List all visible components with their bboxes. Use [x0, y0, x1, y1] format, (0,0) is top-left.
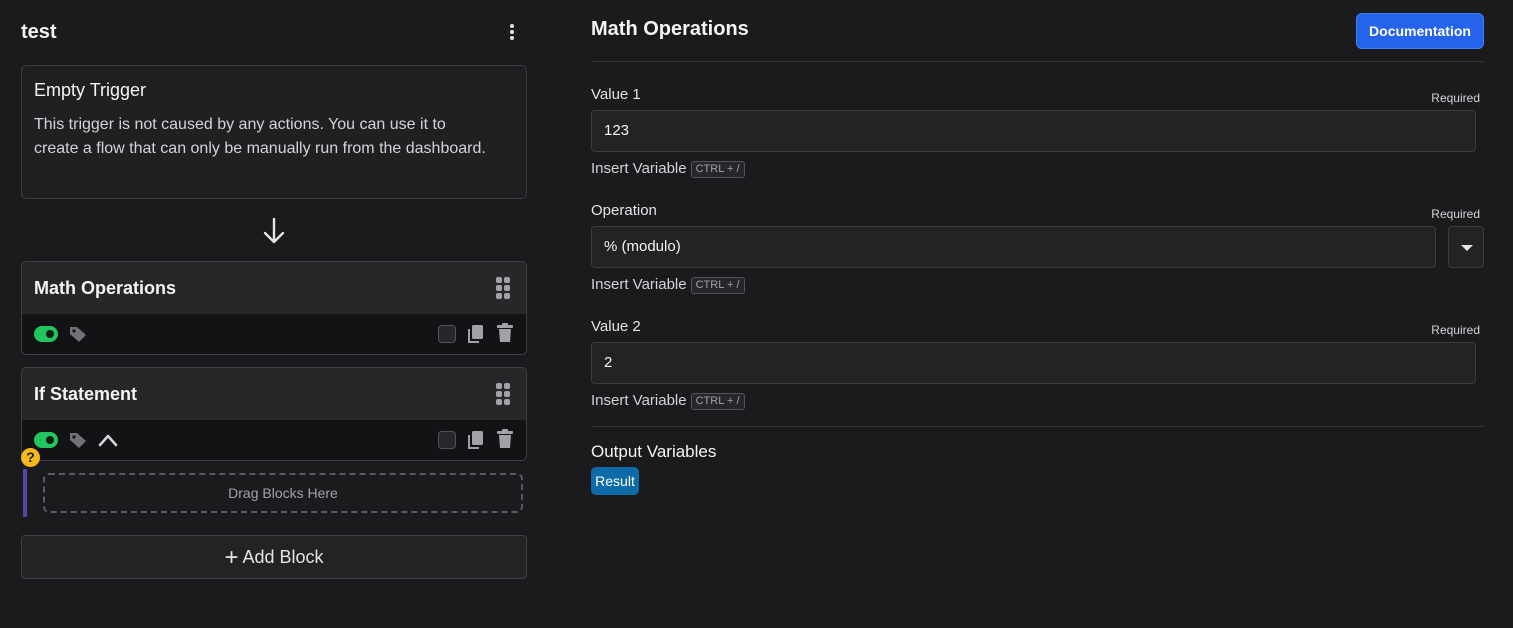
trigger-card[interactable]: Empty Trigger This trigger is not caused… [21, 65, 527, 199]
documentation-button[interactable]: Documentation [1356, 13, 1484, 49]
block-header[interactable]: Math Operations [22, 262, 526, 314]
plus-icon: + [224, 544, 239, 571]
copy-icon[interactable] [467, 324, 485, 344]
block-if-statement[interactable]: If Statement [21, 367, 527, 461]
divider [591, 61, 1484, 62]
trash-icon[interactable] [496, 429, 514, 449]
kebab-menu-icon[interactable] [505, 22, 519, 44]
enable-toggle[interactable] [34, 432, 58, 448]
shortcut-badge: CTRL + / [690, 277, 745, 294]
value1-label: Value 1 [591, 86, 641, 103]
tag-icon[interactable] [68, 325, 88, 343]
select-checkbox[interactable] [438, 431, 456, 449]
copy-icon[interactable] [467, 430, 485, 450]
value2-label: Value 2 [591, 318, 641, 335]
operation-label: Operation [591, 202, 657, 219]
drag-grip-icon[interactable] [496, 383, 510, 405]
operation-select[interactable]: % (modulo) [591, 226, 1436, 268]
insert-variable-link[interactable]: Insert Variable CTRL + / [591, 160, 745, 178]
add-block-label: Add Block [242, 547, 324, 567]
shortcut-badge: CTRL + / [690, 161, 745, 178]
branch-line [23, 469, 27, 517]
block-toolbar [22, 420, 526, 460]
insert-variable-label: Insert Variable [591, 392, 687, 409]
flow-title: test [21, 21, 57, 43]
block-toolbar [22, 314, 526, 354]
drag-grip-icon[interactable] [496, 277, 510, 299]
block-name: Math Operations [34, 278, 177, 298]
output-variable-chip[interactable]: Result [591, 467, 639, 495]
drop-zone[interactable]: Drag Blocks Here [43, 473, 523, 513]
value1-input[interactable]: 123 [591, 110, 1476, 152]
arrow-down-icon [263, 217, 285, 244]
block-settings-panel: Math Operations Documentation Value 1 Re… [591, 0, 1484, 628]
insert-variable-link[interactable]: Insert Variable CTRL + / [591, 276, 745, 294]
insert-variable-label: Insert Variable [591, 276, 687, 293]
insert-variable-label: Insert Variable [591, 160, 687, 177]
block-header[interactable]: If Statement [22, 368, 526, 420]
block-math-operations[interactable]: Math Operations [21, 261, 527, 355]
required-label: Required [1431, 91, 1480, 105]
trash-icon[interactable] [496, 323, 514, 343]
tag-icon[interactable] [68, 431, 88, 449]
required-label: Required [1431, 323, 1480, 337]
panel-title: Math Operations [591, 18, 749, 40]
required-label: Required [1431, 207, 1480, 221]
value2-input[interactable]: 2 [591, 342, 1476, 384]
insert-variable-link[interactable]: Insert Variable CTRL + / [591, 392, 745, 410]
divider [591, 426, 1484, 427]
chevron-up-icon[interactable] [98, 431, 118, 449]
dropdown-caret-icon[interactable] [1448, 226, 1484, 268]
block-name: If Statement [34, 384, 138, 404]
flow-editor: test Empty Trigger This trigger is not c… [21, 0, 527, 628]
trigger-title: Empty Trigger [34, 80, 147, 100]
add-block-button[interactable]: + Add Block [21, 535, 527, 579]
output-variables-title: Output Variables [591, 442, 717, 461]
help-icon[interactable]: ? [21, 448, 40, 467]
select-checkbox[interactable] [438, 325, 456, 343]
trigger-description: This trigger is not caused by any action… [34, 116, 486, 157]
shortcut-badge: CTRL + / [690, 393, 745, 410]
enable-toggle[interactable] [34, 326, 58, 342]
